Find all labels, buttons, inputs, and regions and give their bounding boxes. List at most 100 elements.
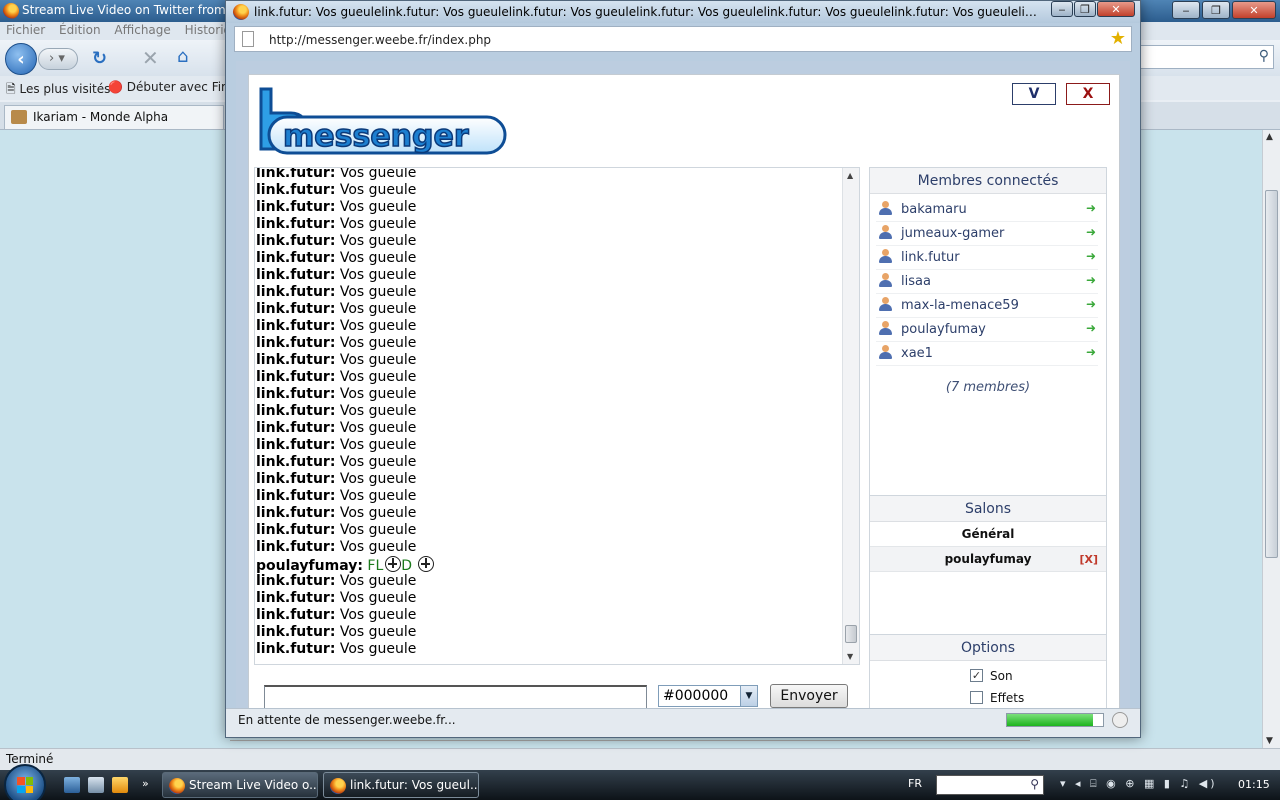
chat-username: link.futur: xyxy=(256,284,336,300)
url-text[interactable]: http://messenger.weebe.fr/index.php xyxy=(269,33,491,47)
salon-item[interactable]: poulayfumay [X] xyxy=(870,547,1106,572)
member-name[interactable]: jumeaux-gamer xyxy=(901,226,1004,241)
member-item[interactable]: max-la-menace59 ➜ xyxy=(876,294,1098,318)
private-chat-arrow-icon[interactable]: ➜ xyxy=(1086,249,1096,263)
taskbar-button-stream[interactable]: Stream Live Video o... xyxy=(162,772,318,798)
member-name[interactable]: link.futur xyxy=(901,250,960,265)
scroll-down-arrow[interactable]: ▼ xyxy=(847,652,853,661)
private-chat-arrow-icon[interactable]: ➜ xyxy=(1086,321,1096,335)
chat-text: Vos gueule xyxy=(339,454,417,470)
language-indicator[interactable]: FR xyxy=(908,777,922,790)
salon-list: Général poulayfumay [X] xyxy=(870,522,1106,572)
member-name[interactable]: lisaa xyxy=(901,274,931,289)
scroll-thumb[interactable] xyxy=(845,625,857,643)
show-desktop-icon[interactable] xyxy=(64,777,80,793)
minimize-button[interactable]: ‒ xyxy=(1172,1,1200,19)
member-item[interactable]: jumeaux-gamer ➜ xyxy=(876,222,1098,246)
close-chat-button[interactable]: X xyxy=(1066,83,1110,105)
bookmark-getting-started[interactable]: 🔴 Débuter avec Firef xyxy=(108,80,237,94)
salon-item[interactable]: Général xyxy=(870,522,1106,547)
close-button[interactable]: ✕ xyxy=(1097,1,1135,17)
stop-icon[interactable]: ✕ xyxy=(142,46,159,70)
media-player-icon[interactable] xyxy=(112,777,128,793)
home-icon[interactable]: ⌂ xyxy=(177,46,188,67)
scroll-up-arrow[interactable]: ▲ xyxy=(1266,132,1273,142)
search-icon[interactable]: ⚲ xyxy=(1030,777,1039,791)
chat-text: Vos gueule xyxy=(339,199,417,215)
system-tray-icons[interactable]: ▾ ◂ ⌸ ◉ ⊕ ▦ ▮ ♫ ◀) xyxy=(1060,777,1218,791)
chat-log[interactable]: link.futur: Vos gueule link.futur: Vos gu… xyxy=(254,167,860,665)
menu-file[interactable]: Fichier xyxy=(6,23,45,37)
salon-name[interactable]: poulayfumay xyxy=(945,552,1032,566)
quicklaunch-expand-icon[interactable]: » xyxy=(142,777,154,793)
chat-username: link.futur: xyxy=(256,437,336,453)
tab-ikariam[interactable]: Ikariam - Monde Alpha xyxy=(4,105,224,129)
member-item[interactable]: xae1 ➜ xyxy=(876,342,1098,366)
reload-icon[interactable]: ↻ xyxy=(92,48,107,69)
menu-edit[interactable]: Édition xyxy=(59,23,101,37)
private-chat-arrow-icon[interactable]: ➜ xyxy=(1086,225,1096,239)
chat-text: Vos gueule xyxy=(339,167,417,181)
member-item[interactable]: poulayfumay ➜ xyxy=(876,318,1098,342)
scroll-up-arrow[interactable]: ▲ xyxy=(847,171,853,180)
maximize-button[interactable]: ❐ xyxy=(1202,1,1230,19)
firefox-icon xyxy=(330,778,346,794)
private-chat-arrow-icon[interactable]: ➜ xyxy=(1086,201,1096,215)
chat-scrollbar[interactable]: ▲ ▼ xyxy=(842,168,859,664)
member-item[interactable]: bakamaru ➜ xyxy=(876,198,1098,222)
search-box[interactable]: ⚲ xyxy=(1140,45,1274,69)
minimize-chat-button[interactable]: V xyxy=(1012,83,1056,105)
chat-username: link.futur: xyxy=(256,505,336,521)
member-name[interactable]: max-la-menace59 xyxy=(901,298,1019,313)
member-name[interactable]: poulayfumay xyxy=(901,322,986,337)
chat-message: link.futur: Vos gueule xyxy=(255,573,841,590)
desktop-search-box[interactable]: ⚲ xyxy=(936,775,1044,795)
private-chat-arrow-icon[interactable]: ➜ xyxy=(1086,297,1096,311)
member-name[interactable]: bakamaru xyxy=(901,202,967,217)
scroll-down-arrow[interactable]: ▼ xyxy=(1266,736,1273,746)
start-button[interactable] xyxy=(4,764,46,800)
taskbar-button-messenger[interactable]: link.futur: Vos gueul... xyxy=(323,772,479,798)
back-button[interactable]: ‹ xyxy=(5,43,37,75)
close-button[interactable]: ✕ xyxy=(1232,1,1276,19)
private-chat-arrow-icon[interactable]: ➜ xyxy=(1086,345,1096,359)
chat-text: Vos gueule xyxy=(339,539,417,555)
member-item[interactable]: link.futur ➜ xyxy=(876,246,1098,270)
member-name[interactable]: xae1 xyxy=(901,346,933,361)
chat-username: link.futur: xyxy=(256,420,336,436)
maximize-button[interactable]: ❐ xyxy=(1074,1,1096,17)
private-chat-arrow-icon[interactable]: ➜ xyxy=(1086,273,1096,287)
chat-message: link.futur: Vos gueule xyxy=(255,250,841,267)
switch-windows-icon[interactable] xyxy=(88,777,104,793)
minimize-button[interactable]: ‒ xyxy=(1051,1,1073,17)
option-checkbox[interactable]: ✓ xyxy=(970,669,983,682)
bookmark-star-icon[interactable]: ★ xyxy=(1110,28,1126,49)
url-bar[interactable]: http://messenger.weebe.fr/index.php ★ xyxy=(234,26,1132,52)
message-input[interactable] xyxy=(264,685,647,708)
chat-username: link.futur: xyxy=(256,573,336,589)
chevron-down-icon[interactable]: ▼ xyxy=(740,686,757,706)
messenger-logo: messenger xyxy=(259,87,507,155)
send-button[interactable]: Envoyer xyxy=(770,684,848,708)
smiley-icon xyxy=(418,556,435,572)
close-salon-button[interactable]: [X] xyxy=(1079,547,1098,572)
chat-message: poulayfumay: FL D xyxy=(255,556,841,574)
salon-name[interactable]: Général xyxy=(962,527,1015,541)
option-checkbox[interactable] xyxy=(970,691,983,704)
bookmark-most-visited[interactable]: 🗎 Les plus visités xyxy=(6,80,110,101)
member-item[interactable]: lisaa ➜ xyxy=(876,270,1098,294)
chat-text: Vos gueule xyxy=(339,437,417,453)
chat-username: link.futur: xyxy=(256,641,336,657)
background-scrollbar[interactable]: ▲ ▼ xyxy=(1262,130,1280,748)
resize-grip-icon[interactable] xyxy=(1112,712,1128,728)
options-panel: Options ✓ Son Effets xyxy=(869,634,1107,708)
chat-username: link.futur: xyxy=(256,167,336,181)
search-icon[interactable]: ⚲ xyxy=(1259,48,1269,64)
user-icon xyxy=(879,321,892,336)
clock[interactable]: 01:15 xyxy=(1238,778,1270,791)
menu-view[interactable]: Affichage xyxy=(114,23,170,37)
forward-button[interactable]: › ▾ xyxy=(38,48,78,70)
scroll-thumb[interactable] xyxy=(1265,190,1278,558)
chat-username: link.futur: xyxy=(256,403,336,419)
chat-text: Vos gueule xyxy=(339,284,417,300)
